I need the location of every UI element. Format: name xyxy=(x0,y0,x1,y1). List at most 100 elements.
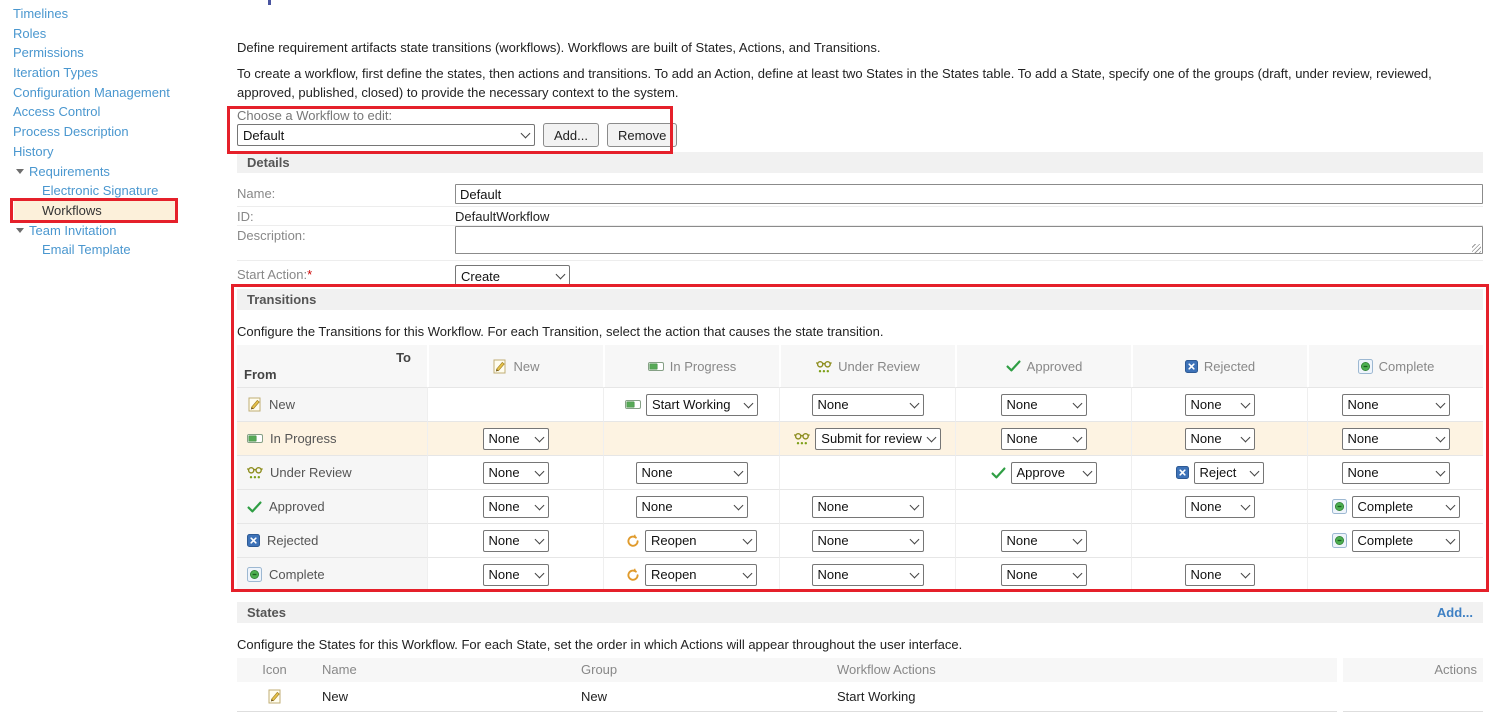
column-header-rejected: Rejected xyxy=(1131,345,1307,387)
sidebar-item-roles[interactable]: Roles xyxy=(0,24,232,44)
rejected-icon xyxy=(1185,360,1198,373)
transition-select-approved-to-rejected[interactable]: None xyxy=(1185,496,1255,518)
sidebar-item-team-invitation[interactable]: Team Invitation xyxy=(0,221,232,241)
transition-select-approved-to-complete[interactable]: Complete xyxy=(1352,496,1460,518)
transition-cell-complete-to-approved: None xyxy=(955,557,1131,591)
transition-select-under-review-to-in-progress[interactable]: None xyxy=(636,462,748,484)
select-value: None xyxy=(1007,397,1038,412)
transition-cell-rejected-to-under-review: None xyxy=(779,523,955,557)
start-action-select[interactable]: Create xyxy=(455,265,570,287)
description-textarea[interactable] xyxy=(455,226,1483,254)
sidebar-item-label: Requirements xyxy=(29,164,110,179)
column-header-label: In Progress xyxy=(670,359,736,374)
select-value: None xyxy=(1007,567,1038,582)
chevron-down-icon xyxy=(1249,466,1259,476)
row-header-label: Complete xyxy=(269,567,325,582)
sidebar-item-process-description[interactable]: Process Description xyxy=(0,122,232,142)
reopen-icon xyxy=(626,568,640,582)
complete-icon xyxy=(1332,533,1347,548)
select-value: None xyxy=(489,431,520,446)
sidebar-item-electronic-signature[interactable]: Electronic Signature xyxy=(0,181,232,201)
transition-select-approved-to-in-progress[interactable]: None xyxy=(636,496,748,518)
transition-select-complete-to-new[interactable]: None xyxy=(483,564,549,586)
sidebar-item-email-template[interactable]: Email Template xyxy=(0,240,232,260)
sidebar-item-history[interactable]: History xyxy=(0,142,232,162)
transition-select-in-progress-to-under-review[interactable]: Submit for review xyxy=(815,428,940,450)
transition-select-in-progress-to-rejected[interactable]: None xyxy=(1185,428,1255,450)
chevron-down-icon xyxy=(909,534,919,544)
transition-select-under-review-to-new[interactable]: None xyxy=(483,462,549,484)
remove-workflow-button[interactable]: Remove xyxy=(607,123,677,147)
select-value: None xyxy=(1191,567,1222,582)
transition-cell-in-progress-to-in-progress xyxy=(603,421,779,455)
select-value: None xyxy=(1191,499,1222,514)
sidebar-item-timelines[interactable]: Timelines xyxy=(0,4,232,24)
states-column-header-name: Name xyxy=(312,658,571,682)
transition-select-rejected-to-approved[interactable]: None xyxy=(1001,530,1087,552)
transition-select-under-review-to-complete[interactable]: None xyxy=(1342,462,1450,484)
select-value: None xyxy=(1191,431,1222,446)
transition-cell-rejected-to-approved: None xyxy=(955,523,1131,557)
transition-cell-new-to-under-review: None xyxy=(779,387,955,421)
transition-select-in-progress-to-approved[interactable]: None xyxy=(1001,428,1087,450)
transition-select-in-progress-to-complete[interactable]: None xyxy=(1342,428,1450,450)
transition-select-rejected-to-in-progress[interactable]: Reopen xyxy=(645,530,757,552)
expand-arrow-icon[interactable] xyxy=(16,228,24,233)
transition-select-complete-to-rejected[interactable]: None xyxy=(1185,564,1255,586)
transition-select-complete-to-in-progress[interactable]: Reopen xyxy=(645,564,757,586)
transition-cell-under-review-to-complete: None xyxy=(1307,455,1483,489)
reopen-icon xyxy=(626,534,640,548)
row-header-label: New xyxy=(269,397,295,412)
chevron-down-icon xyxy=(534,466,544,476)
transition-select-under-review-to-rejected[interactable]: Reject xyxy=(1194,462,1264,484)
transition-select-new-to-under-review[interactable]: None xyxy=(812,394,924,416)
workflow-select[interactable]: Default xyxy=(237,124,535,146)
states-column-header-actions: Actions xyxy=(1343,658,1483,682)
sidebar-item-label: Roles xyxy=(13,26,46,41)
add-workflow-button[interactable]: Add... xyxy=(543,123,599,147)
sidebar-item-configuration-management[interactable]: Configuration Management xyxy=(0,83,232,103)
transition-select-new-to-rejected[interactable]: None xyxy=(1185,394,1255,416)
chevron-down-icon xyxy=(521,129,531,139)
row-header-label: Approved xyxy=(269,499,325,514)
select-value: None xyxy=(818,567,849,582)
sidebar-item-access-control[interactable]: Access Control xyxy=(0,102,232,122)
sidebar-item-requirements[interactable]: Requirements xyxy=(0,162,232,182)
transition-select-under-review-to-approved[interactable]: Approve xyxy=(1011,462,1097,484)
transition-cell-approved-to-approved xyxy=(955,489,1131,523)
sidebar-item-permissions[interactable]: Permissions xyxy=(0,43,232,63)
column-header-label: Approved xyxy=(1027,359,1083,374)
transition-select-approved-to-new[interactable]: None xyxy=(483,496,549,518)
transitions-corner-header: ToFrom xyxy=(237,345,427,387)
transition-select-new-to-complete[interactable]: None xyxy=(1342,394,1450,416)
expand-arrow-icon[interactable] xyxy=(16,169,24,174)
resize-grip-icon[interactable] xyxy=(1472,244,1481,253)
transition-select-new-to-approved[interactable]: None xyxy=(1001,394,1087,416)
chevron-down-icon xyxy=(556,270,566,280)
chevron-down-icon xyxy=(1445,534,1455,544)
transition-cell-approved-to-under-review: None xyxy=(779,489,955,523)
sidebar-item-label: Process Description xyxy=(13,124,129,139)
transition-select-in-progress-to-new[interactable]: None xyxy=(483,428,549,450)
add-state-link[interactable]: Add... xyxy=(1437,602,1473,623)
row-header-under-review: Under Review xyxy=(237,455,427,489)
approved-icon xyxy=(1006,360,1021,372)
transition-select-rejected-to-complete[interactable]: Complete xyxy=(1352,530,1460,552)
transition-select-rejected-to-under-review[interactable]: None xyxy=(812,530,924,552)
transition-select-rejected-to-new[interactable]: None xyxy=(483,530,549,552)
state-workflow-actions: Start Working xyxy=(827,682,1337,712)
intro-paragraph-2: To create a workflow, first define the s… xyxy=(237,64,1483,102)
transition-select-new-to-in-progress[interactable]: Start Working xyxy=(646,394,758,416)
name-input[interactable] xyxy=(455,184,1483,204)
sidebar-item-iteration-types[interactable]: Iteration Types xyxy=(0,63,232,83)
transition-select-complete-to-approved[interactable]: None xyxy=(1001,564,1087,586)
transition-select-complete-to-under-review[interactable]: None xyxy=(812,564,924,586)
select-value: None xyxy=(489,465,520,480)
state-icon-cell xyxy=(237,682,312,712)
intro-paragraph-1: Define requirement artifacts state trans… xyxy=(237,40,1483,55)
sidebar-item-workflows[interactable]: Workflows xyxy=(14,201,177,221)
row-header-new: New xyxy=(237,387,427,421)
transition-select-approved-to-under-review[interactable]: None xyxy=(812,496,924,518)
name-row: Name: xyxy=(237,184,1483,207)
transition-cell-in-progress-to-new: None xyxy=(427,421,603,455)
